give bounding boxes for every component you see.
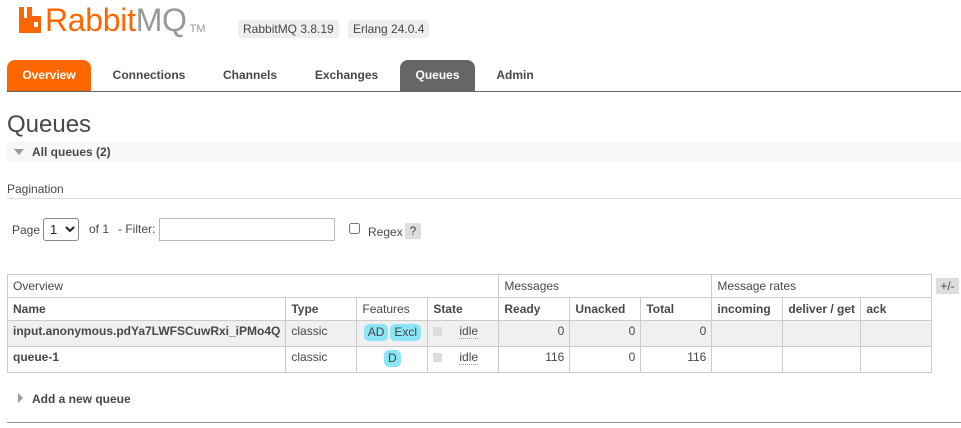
add-queue-section-toggle[interactable]: Add a new queue — [7, 390, 961, 410]
filter-label: - Filter: — [118, 222, 156, 236]
header: RabbitMQ TM RabbitMQ 3.8.19 Erlang 24.0.… — [0, 0, 961, 48]
tab-connections[interactable]: Connections — [103, 60, 195, 91]
all-queues-label: All queues (2) — [32, 145, 111, 159]
queue-type: classic — [285, 346, 358, 373]
col-total[interactable]: Total — [640, 297, 713, 321]
queue-type: classic — [285, 320, 358, 347]
toggle-columns-button[interactable]: +/- — [936, 278, 959, 294]
ready-count: 0 — [498, 320, 571, 347]
table-row: input.anonymous.pdYa7LWFSCuwRxi_iPMo4Q c… — [6, 320, 933, 347]
group-message-rates: Message rates — [711, 274, 933, 298]
group-overview: Overview — [6, 274, 500, 298]
queue-state: idle — [427, 320, 500, 347]
tab-admin[interactable]: Admin — [487, 60, 543, 91]
queue-features: D — [356, 346, 429, 373]
status-square-icon — [433, 327, 443, 336]
pagination-heading: Pagination — [7, 182, 64, 196]
col-deliver-get[interactable]: deliver / get — [782, 297, 862, 321]
col-type[interactable]: Type — [285, 297, 358, 321]
feature-badge-exclusive: Excl — [390, 324, 422, 341]
incoming-rate — [711, 320, 784, 347]
all-queues-section-toggle[interactable]: All queues (2) — [7, 142, 961, 162]
group-messages: Messages — [498, 274, 713, 298]
state-label: idle — [459, 324, 479, 339]
col-ready[interactable]: Ready — [498, 297, 571, 321]
main-nav: Overview Connections Channels Exchanges … — [7, 60, 961, 92]
feature-badge-durable: D — [384, 350, 401, 367]
total-count: 0 — [640, 320, 713, 347]
queues-table: Overview Messages Message rates Name Typ… — [6, 274, 933, 373]
unacked-count: 0 — [569, 320, 642, 347]
filter-input[interactable] — [159, 218, 335, 241]
col-features: Features — [356, 297, 429, 321]
col-state[interactable]: State — [427, 297, 500, 321]
deliver-get-rate — [782, 320, 862, 347]
ready-count: 116 — [498, 346, 571, 373]
col-ack[interactable]: ack — [860, 297, 933, 321]
triangle-right-icon — [18, 393, 23, 403]
regex-label: Regex — [368, 225, 403, 239]
logo-text-rabbit: Rabbit — [45, 2, 136, 38]
queue-name-link[interactable]: input.anonymous.pdYa7LWFSCuwRxi_iPMo4Q — [6, 320, 287, 347]
page-title: Queues — [7, 111, 92, 138]
add-queue-label: Add a new queue — [32, 392, 131, 406]
status-square-icon — [433, 353, 443, 362]
ack-rate — [860, 320, 933, 347]
triangle-down-icon — [14, 149, 24, 155]
rabbitmq-logo-icon — [19, 7, 41, 33]
col-unacked[interactable]: Unacked — [569, 297, 642, 321]
queue-name-link[interactable]: queue-1 — [6, 346, 287, 373]
tab-exchanges[interactable]: Exchanges — [304, 60, 389, 91]
rabbitmq-logo[interactable]: RabbitMQ TM — [19, 3, 206, 37]
tab-queues[interactable]: Queues — [400, 60, 475, 91]
regex-checkbox[interactable] — [349, 223, 360, 234]
logo-trademark: TM — [189, 23, 206, 35]
unacked-count: 0 — [569, 346, 642, 373]
rabbitmq-version-badge: RabbitMQ 3.8.19 — [238, 20, 339, 38]
col-incoming[interactable]: incoming — [711, 297, 784, 321]
logo-text-mq: MQ — [135, 2, 187, 38]
pagination-divider — [7, 198, 961, 199]
col-name[interactable]: Name — [6, 297, 287, 321]
total-count: 116 — [640, 346, 713, 373]
page-select[interactable]: 1 — [43, 218, 79, 241]
tab-channels[interactable]: Channels — [212, 60, 288, 91]
deliver-get-rate — [782, 346, 862, 373]
tab-overview[interactable]: Overview — [7, 60, 91, 91]
pagination-controls: Page 1 of 1 - Filter: Regex ? — [12, 218, 952, 242]
queue-features: AD Excl — [356, 320, 429, 347]
table-row: queue-1 classic D idle 116 0 116 — [6, 346, 933, 373]
erlang-version-badge: Erlang 24.0.4 — [348, 20, 430, 38]
page-label: Page — [12, 223, 41, 237]
of-pages-label: of 1 — [89, 222, 110, 236]
state-label: idle — [459, 350, 479, 365]
ack-rate — [860, 346, 933, 373]
regex-help-button[interactable]: ? — [405, 223, 421, 239]
queue-state: idle — [427, 346, 500, 373]
incoming-rate — [711, 346, 784, 373]
section-divider — [7, 422, 961, 423]
feature-badge-auto-delete: AD — [363, 324, 389, 341]
